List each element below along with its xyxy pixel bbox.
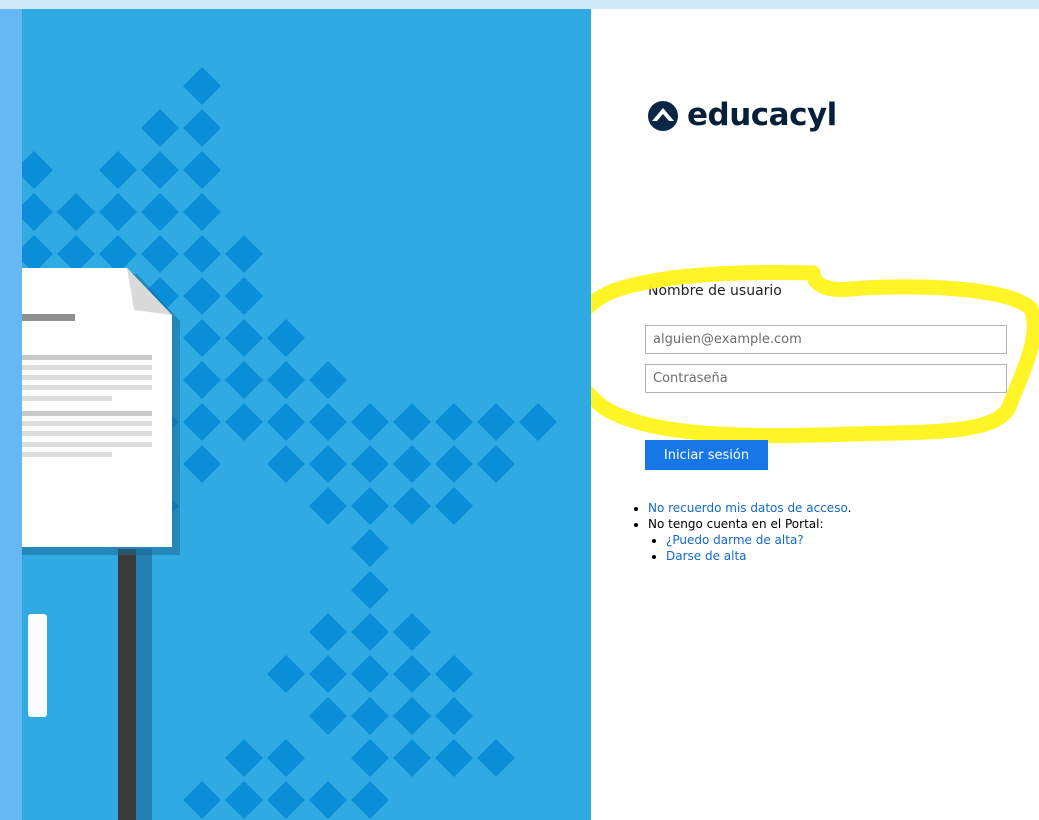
sign-in-button[interactable]: Iniciar sesión — [645, 440, 768, 470]
username-label: Nombre de usuario — [648, 283, 782, 299]
diamond-shape — [351, 739, 389, 777]
diamond-shape — [225, 319, 263, 357]
forgot-suffix: . — [847, 501, 852, 515]
diamond-shape — [267, 781, 305, 819]
diamond-shape — [477, 445, 515, 483]
register-sublist: ¿Puedo darme de alta? Darse de alta — [648, 532, 851, 564]
no-account-text: No tengo cuenta en el Portal: — [648, 517, 824, 531]
diamond-shape — [309, 361, 347, 399]
diamond-shape — [393, 613, 431, 651]
diamond-shape — [393, 487, 431, 525]
can-register-link[interactable]: ¿Puedo darme de alta? — [666, 533, 804, 547]
diamond-shape — [519, 403, 557, 441]
diamond-shape — [351, 655, 389, 693]
diamond-shape — [477, 403, 515, 441]
diamond-shape — [141, 193, 179, 231]
diamond-shape — [22, 193, 53, 231]
no-account-item: No tengo cuenta en el Portal: ¿Puedo dar… — [648, 516, 851, 564]
register-link[interactable]: Darse de alta — [666, 549, 747, 563]
diamond-shape — [183, 109, 221, 147]
illustration — [22, 67, 557, 820]
diamond-shape — [267, 319, 305, 357]
diamond-shape — [141, 235, 179, 273]
diamond-shape — [309, 781, 347, 819]
diamond-shape — [435, 487, 473, 525]
diamond-shape — [351, 613, 389, 651]
diamond-shape — [435, 445, 473, 483]
diamond-shape — [99, 151, 137, 189]
diamond-shape — [351, 403, 389, 441]
diamond-shape — [393, 655, 431, 693]
diamond-shape — [393, 403, 431, 441]
diamond-shape — [183, 319, 221, 357]
diamond-shape — [57, 193, 95, 231]
diamond-shape — [183, 445, 221, 483]
diamond-shape — [183, 403, 221, 441]
email-field[interactable] — [645, 325, 1007, 354]
diamond-shape — [183, 361, 221, 399]
diamond-shape — [435, 403, 473, 441]
diamond-shape — [267, 403, 305, 441]
diamond-shape — [351, 445, 389, 483]
diamond-shape — [393, 739, 431, 777]
diamond-shape — [99, 193, 137, 231]
diamond-shape — [351, 781, 389, 819]
logo-icon — [648, 100, 678, 131]
diamond-shape — [435, 697, 473, 735]
brand-name: educacyl — [687, 97, 837, 133]
password-field[interactable] — [645, 364, 1007, 393]
diamond-shape — [309, 613, 347, 651]
diamond-shape — [183, 277, 221, 315]
can-register-item: ¿Puedo darme de alta? — [666, 532, 851, 548]
post — [118, 549, 136, 820]
diamond-shape — [393, 697, 431, 735]
diamond-shape — [267, 655, 305, 693]
paper-heading-line — [22, 314, 75, 321]
diamond-shape — [351, 571, 389, 609]
diamond-shape — [183, 151, 221, 189]
left-frame — [0, 9, 22, 820]
diamond-shape — [267, 445, 305, 483]
diamond-shape — [309, 403, 347, 441]
help-links: No recuerdo mis datos de acceso. No teng… — [630, 500, 851, 564]
diamond-shape — [477, 739, 515, 777]
register-item: Darse de alta — [666, 548, 851, 564]
diamond-shape — [57, 235, 95, 273]
diamond-shape — [267, 739, 305, 777]
diamond-shape — [22, 151, 53, 189]
diamond-shape — [225, 235, 263, 273]
diamond-shape — [183, 193, 221, 231]
diamond-shape — [351, 529, 389, 567]
diamond-shape — [393, 445, 431, 483]
forgot-credentials-item: No recuerdo mis datos de acceso. — [648, 500, 851, 516]
diamond-shape — [99, 235, 137, 273]
diamond-shape — [225, 361, 263, 399]
diamond-shape — [183, 67, 221, 105]
diamond-shape — [309, 697, 347, 735]
top-strip — [0, 0, 1039, 9]
forgot-credentials-link[interactable]: No recuerdo mis datos de acceso — [648, 501, 848, 515]
diamond-shape — [22, 235, 53, 273]
diamond-shape — [435, 739, 473, 777]
diamond-shape — [351, 697, 389, 735]
diamond-shape — [225, 781, 263, 819]
diamond-shape — [183, 781, 221, 819]
diamond-shape — [141, 151, 179, 189]
diamond-shape — [225, 739, 263, 777]
login-panel: educacyl Nombre de usuario Iniciar sesió… — [591, 9, 1039, 820]
diamond-shape — [435, 655, 473, 693]
white-bar — [28, 614, 47, 717]
illustration-panel — [22, 9, 591, 820]
diamond-shape — [225, 277, 263, 315]
diamond-shape — [183, 235, 221, 273]
diamond-shape — [225, 403, 263, 441]
diamond-shape — [267, 361, 305, 399]
post-shadow — [136, 549, 152, 820]
diamond-shape — [309, 655, 347, 693]
diamond-shape — [309, 487, 347, 525]
diamond-shape — [351, 487, 389, 525]
educacyl-logo: educacyl — [648, 100, 837, 131]
diamond-shape — [309, 445, 347, 483]
diamond-shape — [141, 109, 179, 147]
